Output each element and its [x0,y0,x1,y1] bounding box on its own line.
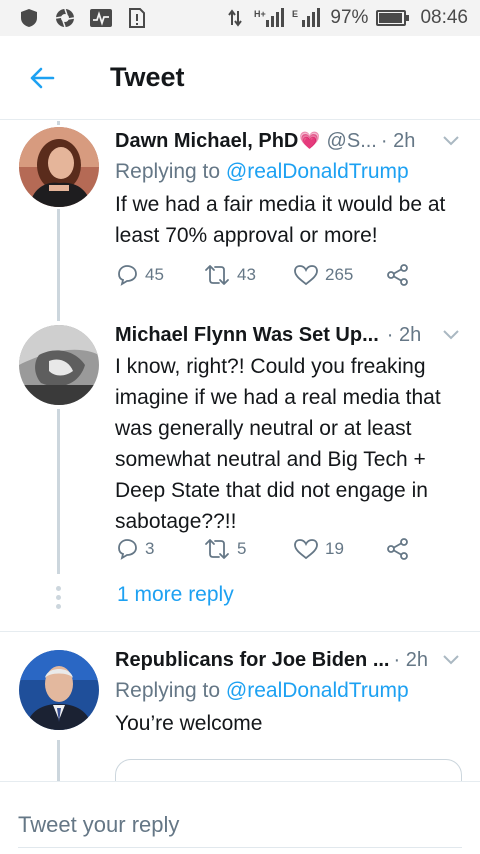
signal-icon: H+ [254,8,285,28]
battery-percent: 97% [330,7,369,28]
tweet-menu-button[interactable] [440,130,462,152]
show-more-replies-link[interactable]: 1 more reply [117,583,234,607]
reply-button[interactable]: 3 [115,537,203,561]
avatar[interactable] [19,650,99,730]
share-icon [387,264,408,286]
tweet-time: · 2h [386,324,422,346]
heart-emoji: 💗 [299,131,321,150]
svg-text:H+: H+ [254,9,266,19]
svg-text:E: E [292,9,298,19]
replying-to-label: Replying to [115,160,226,183]
battery-icon [376,10,410,26]
tweet-text: If we had a fair media it would be at le… [115,193,446,247]
aperture-icon [54,8,76,28]
activity-icon [90,8,112,28]
arrow-left-icon [30,67,55,88]
author-name[interactable]: Dawn Michael, PhD [115,127,298,155]
data-transfer-icon [224,8,246,28]
author-name[interactable]: Republicans for Joe Biden ... [115,646,390,674]
signal-icon: E [292,8,322,28]
thread-line [57,740,60,781]
author-name[interactable]: Michael Flynn Was Set Up... [115,321,379,349]
reply-count: 3 [145,539,155,558]
tweet-menu-button[interactable] [440,324,462,346]
page-title: Tweet [110,62,185,92]
replying-to-label: Replying to [115,679,226,702]
tweet[interactable]: Republicans for Joe Biden ... · 2h Reply… [0,632,480,781]
reply-count: 45 [145,265,164,284]
chevron-down-icon [443,330,459,340]
like-count: 265 [325,265,354,284]
reply-input[interactable] [18,802,462,848]
share-icon [387,538,408,560]
retweet-icon [205,539,229,559]
tweet[interactable]: Dawn Michael, PhD 💗 @S... · 2h Replying … [0,121,480,321]
share-button[interactable] [385,537,411,561]
tweet-text: You’re welcome [115,712,263,735]
tweet[interactable]: Michael Flynn Was Set Up... · 2h I know,… [0,321,480,571]
heart-icon [294,265,318,286]
sim-icon [126,8,148,28]
comment-icon [118,539,137,560]
shield-icon [18,8,40,28]
quoted-card[interactable] [115,759,462,781]
reply-composer [0,781,480,854]
replying-to: Replying to @realDonaldTrump [115,157,462,187]
reply-button[interactable]: 45 [115,263,203,287]
like-button[interactable]: 265 [293,263,385,287]
retweet-button[interactable]: 43 [203,264,293,286]
status-bar: H+ E 97% 08:46 [0,0,480,36]
clock: 08:46 [420,7,468,28]
top-bar: Tweet [0,36,480,120]
retweet-count: 5 [237,539,247,558]
replying-to: Replying to @realDonaldTrump [115,676,462,706]
mention-link[interactable]: @realDonaldTrump [226,160,409,183]
tweet-time: · 2h [393,649,428,671]
retweet-count: 43 [237,265,256,284]
mention-link[interactable]: @realDonaldTrump [226,679,409,702]
back-button[interactable] [22,58,62,98]
tweet-time: · 2h [380,130,416,152]
chevron-down-icon [443,655,459,665]
avatar[interactable] [19,127,99,207]
like-count: 19 [325,539,344,558]
collapsed-thread-dots [56,586,61,609]
retweet-button[interactable]: 5 [203,538,293,560]
chevron-down-icon [443,136,459,146]
tweet-text: I know, right?! Could you freaking imagi… [115,355,441,533]
tweet-menu-button[interactable] [440,649,462,671]
reply-feed[interactable]: Dawn Michael, PhD 💗 @S... · 2h Replying … [0,121,480,781]
share-button[interactable] [385,263,411,287]
author-handle[interactable]: @S... [327,127,377,155]
avatar[interactable] [19,325,99,405]
heart-icon [294,539,318,560]
comment-icon [118,265,137,286]
like-button[interactable]: 19 [293,537,385,561]
retweet-icon [205,265,229,285]
